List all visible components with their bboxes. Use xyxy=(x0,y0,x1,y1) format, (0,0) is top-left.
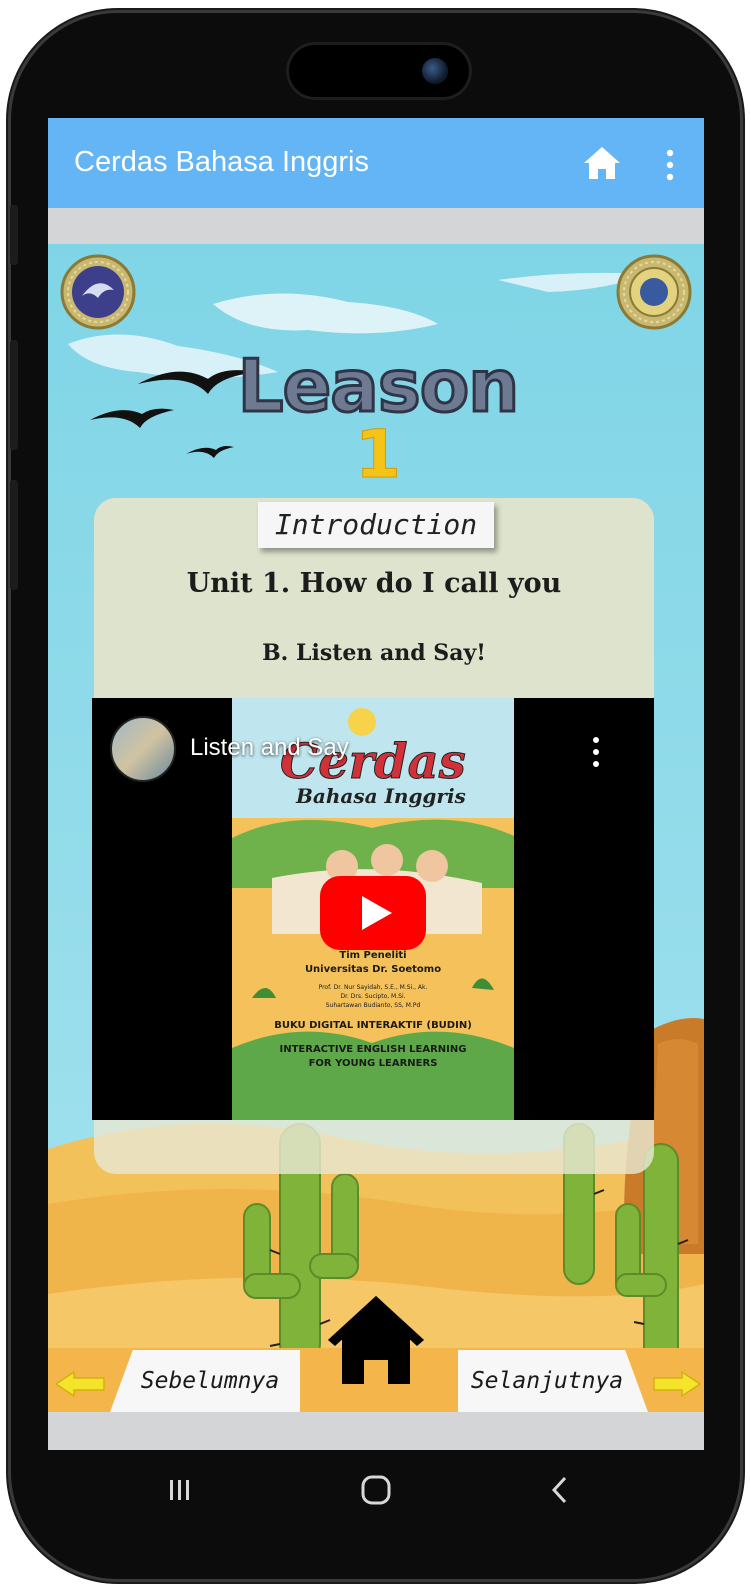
back-icon[interactable] xyxy=(538,1468,582,1512)
divider-strip xyxy=(48,1412,704,1450)
home-icon[interactable] xyxy=(582,145,622,181)
side-button xyxy=(10,205,18,265)
screen: Cerdas Bahasa Inggris Leason 1 Introduct… xyxy=(48,118,704,1450)
side-button xyxy=(10,340,18,450)
thumbnail-authors: Prof. Dr. Nur Sayidah, S.E., M.Si., Ak. xyxy=(318,984,428,991)
arrow-left-icon[interactable] xyxy=(54,1370,106,1398)
more-vert-icon[interactable] xyxy=(586,734,606,770)
thumbnail-subtitle: INTERACTIVE ENGLISH LEARNING xyxy=(279,1044,467,1055)
university-logo-right xyxy=(616,254,692,330)
arrow-right-icon[interactable] xyxy=(652,1370,702,1398)
system-nav-bar xyxy=(48,1450,704,1530)
video-title[interactable]: Listen and Say xyxy=(190,734,349,762)
app-title: Cerdas Bahasa Inggris xyxy=(74,146,369,178)
section-title: B. Listen and Say! xyxy=(262,640,486,666)
thumbnail-team: Tim Peneliti xyxy=(339,950,407,961)
app-bar: Cerdas Bahasa Inggris xyxy=(48,118,704,208)
home-circle-icon[interactable] xyxy=(354,1468,398,1512)
university-logo-left xyxy=(60,254,136,330)
unit-title: Unit 1. How do I call you xyxy=(186,568,562,599)
recent-apps-icon[interactable] xyxy=(158,1468,202,1512)
thumbnail-university: Universitas Dr. Soetomo xyxy=(304,964,442,975)
thumbnail-subtitle: FOR YOUNG LEARNERS xyxy=(308,1058,438,1069)
thumbnail-subtitle: Bahasa Inggris xyxy=(296,784,466,808)
front-camera xyxy=(422,58,448,84)
home-icon[interactable] xyxy=(324,1290,428,1390)
divider-strip xyxy=(48,208,704,244)
youtube-play-icon[interactable] xyxy=(320,876,426,950)
tab-introduction: Introduction xyxy=(258,502,494,548)
previous-button[interactable]: Sebelumnya xyxy=(110,1350,300,1412)
thumbnail-authors: Dr. Drs. Sucipto, M.Si. xyxy=(340,993,406,1000)
thumbnail-authors: Suhartawan Budianto, SS, M.Pd xyxy=(325,1002,421,1009)
lesson-number: 1 xyxy=(355,416,402,494)
side-button xyxy=(10,480,18,590)
video-player[interactable]: Cerdas Bahasa Inggris Tim Peneliti Unive… xyxy=(92,698,654,1120)
next-button[interactable]: Selanjutnya xyxy=(458,1350,648,1412)
lesson-page: Leason 1 Introduction Unit 1. How do I c… xyxy=(48,244,704,1412)
channel-avatar[interactable] xyxy=(110,716,176,782)
more-vert-icon[interactable] xyxy=(660,148,680,182)
thumbnail-book: BUKU DIGITAL INTERAKTIF (BUDIN) xyxy=(274,1020,472,1031)
